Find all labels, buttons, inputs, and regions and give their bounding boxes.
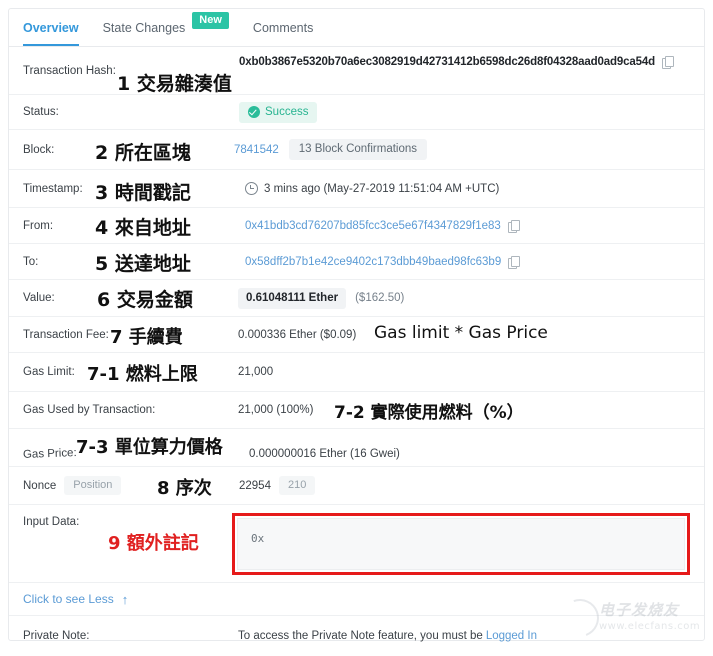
row-transaction-hash: Transaction Hash: 0xb0b3867e5320b70a6ec3… — [9, 47, 704, 95]
see-less-label: Click to see Less — [23, 592, 114, 606]
gas-limit-label: Gas Limit: — [23, 366, 75, 378]
block-confirmations: 13 Block Confirmations — [288, 139, 428, 160]
clock-icon — [245, 182, 258, 195]
copy-icon[interactable] — [507, 219, 520, 233]
transaction-hash-value: 0xb0b3867e5320b70a6ec3082919d42731412b65… — [239, 56, 655, 68]
row-block: Block: 7841542 13 Block Confirmations 2 … — [9, 130, 704, 170]
row-status: Status: Success — [9, 95, 704, 130]
row-gas-price: Gas Price: 0.000000016 Ether (16 Gwei) 7… — [9, 429, 704, 467]
tab-state-changes-wrap: State Changes New — [103, 9, 229, 46]
private-note-label: Private Note: — [23, 630, 90, 642]
row-see-less: Click to see Less ↑ — [9, 583, 704, 616]
new-badge: New — [192, 11, 229, 30]
copy-icon[interactable] — [508, 255, 521, 269]
transaction-hash-label: Transaction Hash: — [23, 64, 116, 77]
row-transaction-fee: Transaction Fee: 0.000336 Ether ($0.09) … — [9, 317, 704, 353]
tab-bar: Overview State Changes New Comments — [9, 9, 704, 47]
transaction-fee-label: Transaction Fee: — [23, 328, 109, 341]
status-badge: Success — [239, 101, 318, 123]
block-label: Block: — [23, 143, 55, 156]
value-amount: 0.61048111 Ether — [238, 287, 347, 309]
see-less-link[interactable]: Click to see Less ↑ — [23, 592, 128, 607]
status-value: Success — [265, 105, 309, 118]
gas-limit-value: 21,000 — [238, 366, 274, 378]
tab-overview-label: Overview — [23, 20, 79, 35]
value-fiat: ($162.50) — [355, 292, 405, 304]
tab-state-changes-label: State Changes — [102, 20, 186, 35]
status-label: Status: — [23, 106, 59, 118]
gas-used-value: 21,000 (100%) — [238, 404, 314, 416]
logged-in-link[interactable]: Logged In — [486, 630, 537, 642]
to-address-link[interactable]: 0x58dff2b7b1e42ce9402c173dbb49baed98fc63… — [245, 256, 501, 268]
private-note-text: To access the Private Note feature, you … — [238, 630, 483, 642]
position-label: Position — [64, 476, 122, 495]
row-gas-used: Gas Used by Transaction: 21,000 (100%) 7… — [9, 392, 704, 429]
position-value: 210 — [278, 476, 316, 495]
row-private-note: Private Note: To access the Private Note… — [9, 616, 704, 656]
to-label: To: — [23, 255, 39, 268]
row-timestamp: Timestamp: 3 mins ago (May-27-2019 11:51… — [9, 170, 704, 208]
from-address-link[interactable]: 0x41bdb3cd76207bd85fcc3ce5e67f4347829f1e… — [245, 220, 501, 232]
from-label: From: — [23, 219, 54, 232]
input-data-label: Input Data: — [23, 516, 80, 528]
row-input-data: Input Data: 9 額外註記 0x — [9, 505, 704, 583]
row-to: To: 0x58dff2b7b1e42ce9402c173dbb49baed98… — [9, 244, 704, 280]
nonce-value: 22954 — [239, 479, 271, 492]
row-gas-limit: Gas Limit: 21,000 7-1 燃料上限 — [9, 353, 704, 392]
tab-overview[interactable]: Overview — [23, 9, 79, 46]
timestamp-value: 3 mins ago (May-27-2019 11:51:04 AM +UTC… — [264, 182, 500, 195]
transaction-fee-value: 0.000336 Ether ($0.09) — [238, 328, 357, 341]
transaction-details-page: Overview State Changes New Comments Tran… — [0, 0, 713, 649]
tab-comments-label: Comments — [252, 20, 314, 35]
gas-price-label: Gas Price: — [22, 447, 77, 461]
copy-icon[interactable] — [661, 56, 674, 69]
value-label: Value: — [23, 292, 55, 304]
row-nonce: Nonce Position 22954 210 8 序次 — [9, 467, 704, 505]
check-circle-icon — [248, 105, 260, 118]
input-data-value: 0x — [251, 532, 265, 545]
block-number-link[interactable]: 7841542 — [234, 144, 279, 156]
timestamp-label: Timestamp: — [23, 182, 83, 195]
arrow-up-icon: ↑ — [121, 591, 129, 607]
gas-price-value: 0.000000016 Ether (16 Gwei) — [249, 448, 400, 460]
detail-rows: Transaction Hash: 0xb0b3867e5320b70a6ec3… — [9, 47, 704, 642]
input-data-field[interactable]: 0x — [237, 518, 685, 570]
row-value: Value: 0.61048111 Ether ($162.50) 6 交易金額 — [9, 280, 704, 317]
nonce-label: Nonce — [23, 479, 57, 492]
transaction-card: Overview State Changes New Comments Tran… — [8, 8, 705, 642]
tab-comments[interactable]: Comments — [253, 9, 313, 46]
tab-state-changes[interactable]: State Changes — [103, 9, 186, 46]
gas-used-label: Gas Used by Transaction: — [23, 404, 156, 416]
input-data-highlight-box: 0x — [232, 513, 690, 575]
row-from: From: 0x41bdb3cd76207bd85fcc3ce5e67f4347… — [9, 208, 704, 244]
